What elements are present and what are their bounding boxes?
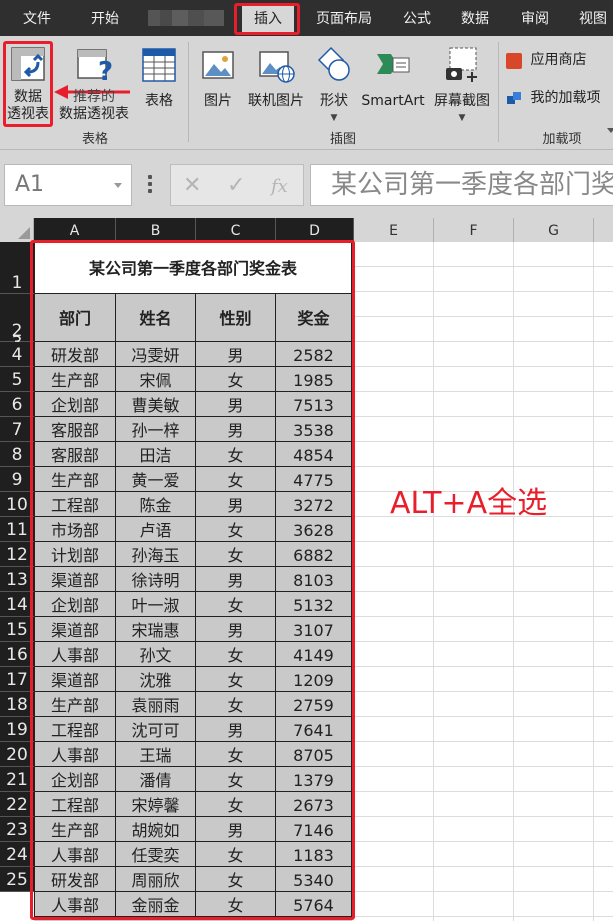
pivot-button-highlight [3, 41, 53, 127]
tab-formulas[interactable]: 公式 [398, 0, 436, 36]
column-header-b[interactable]: B [116, 218, 196, 242]
group-label-illustrations: 插图 [329, 132, 356, 147]
grid-line [513, 242, 514, 921]
my-addins-label: 我的加载项 [530, 90, 601, 106]
menu-bar: 文件 开始 插入 页面布局 公式 数据 审阅 视图 [0, 0, 613, 36]
cancel-icon[interactable]: ✕ [183, 173, 201, 198]
tab-page-layout[interactable]: 页面布局 [310, 0, 378, 36]
smartart-icon [377, 54, 410, 74]
recommended-pivot-button[interactable]: ? 推荐的 数据透视表 [54, 44, 134, 126]
table-highlight [30, 240, 355, 920]
ribbon-collapse-icon[interactable] [607, 128, 613, 133]
picture-icon [202, 51, 234, 79]
formula-bar: A1 ✕ ✓ fx 某公司第一季度各部门奖金表 [0, 150, 613, 218]
enter-icon[interactable]: ✓ [227, 173, 245, 198]
row-header[interactable]: 17 [0, 667, 34, 692]
screenshot-label: 屏幕截图 [434, 93, 490, 109]
row-header[interactable]: 8 [0, 442, 34, 467]
row-header[interactable]: 4 [0, 342, 34, 367]
shapes-button[interactable]: 形状 ▼ [312, 44, 356, 126]
column-headers: A B C D E F G [0, 218, 613, 242]
name-box[interactable]: A1 [4, 164, 132, 206]
screenshot-dropdown-icon: ▼ [458, 113, 466, 123]
group-separator [188, 42, 189, 142]
tab-data[interactable]: 数据 [456, 0, 494, 36]
column-header-f[interactable]: F [434, 218, 514, 242]
row-header[interactable]: 6 [0, 392, 34, 417]
row-header[interactable]: 14 [0, 592, 34, 617]
annotation-text: ALT+A全选 [390, 486, 548, 521]
select-all-corner[interactable] [0, 218, 34, 242]
grid-line [433, 242, 434, 921]
svg-text:?: ? [98, 57, 113, 84]
table-label: 表格 [145, 93, 173, 109]
shapes-label: 形状 [320, 93, 348, 109]
online-picture-icon [259, 51, 295, 83]
group-separator [498, 42, 499, 142]
shapes-dropdown-icon: ▼ [330, 113, 338, 123]
shapes-icon [317, 46, 350, 81]
table-icon [142, 48, 176, 82]
smartart-button[interactable]: SmartArt [358, 44, 428, 126]
addins-icon [506, 91, 522, 107]
column-header-g[interactable]: G [514, 218, 594, 242]
picture-button[interactable]: 图片 [196, 44, 240, 126]
tab-home[interactable]: 开始 [86, 0, 124, 36]
column-header-d[interactable]: D [276, 218, 354, 242]
formula-input[interactable]: 某公司第一季度各部门奖金表 [310, 164, 613, 206]
row-header[interactable]: 18 [0, 692, 34, 717]
screenshot-icon [446, 47, 477, 82]
row-header[interactable]: 5 [0, 367, 34, 392]
blurred-tab [148, 10, 224, 26]
row-header[interactable]: 15 [0, 617, 34, 642]
row-header[interactable]: 25 [0, 867, 34, 892]
formula-buttons: ✕ ✓ fx [170, 164, 304, 206]
app-store-button[interactable]: 应用商店 [506, 52, 612, 74]
smartart-label: SmartArt [361, 93, 425, 109]
online-picture-button[interactable]: 联机图片 [244, 44, 308, 126]
row-header[interactable]: 20 [0, 742, 34, 767]
picture-label: 图片 [204, 93, 232, 109]
group-label-addins: 加载项 [542, 132, 582, 147]
insert-function-icon[interactable]: fx [271, 176, 288, 197]
tab-view[interactable]: 视图 [574, 0, 612, 36]
row-header[interactable]: 24 [0, 842, 34, 867]
row-header[interactable]: 21 [0, 767, 34, 792]
row-header[interactable]: 11 [0, 517, 34, 542]
row-header[interactable]: 9 [0, 467, 34, 492]
group-label-tables: 表格 [81, 132, 108, 147]
more-options-icon[interactable] [148, 175, 152, 193]
my-addins-button[interactable]: 我的加载项 [506, 90, 612, 112]
row-header[interactable]: 16 [0, 642, 34, 667]
recommended-pivot-icon: ? [77, 49, 113, 87]
row-header[interactable]: 23 [0, 817, 34, 842]
recommended-line-2: 数据透视表 [59, 106, 129, 122]
app-store-label: 应用商店 [530, 52, 587, 68]
grid-line [593, 242, 594, 921]
row-header[interactable]: 1 [0, 242, 34, 294]
insert-tab-highlight [234, 3, 300, 35]
row-header[interactable]: 12 [0, 542, 34, 567]
online-picture-label: 联机图片 [248, 93, 304, 109]
screenshot-button[interactable]: 屏幕截图 ▼ [428, 44, 496, 126]
column-header-e[interactable]: E [354, 218, 434, 242]
row-header[interactable]: 19 [0, 717, 34, 742]
store-icon [506, 52, 522, 69]
tab-review[interactable]: 审阅 [516, 0, 554, 36]
column-header-c[interactable]: C [196, 218, 276, 242]
row-header[interactable]: 10 [0, 492, 34, 517]
tab-file[interactable]: 文件 [18, 0, 56, 36]
column-header-a[interactable]: A [34, 218, 116, 242]
row-header[interactable]: 13 [0, 567, 34, 592]
name-box-dropdown-icon[interactable] [114, 183, 122, 188]
row-header[interactable]: 22 [0, 792, 34, 817]
recommended-line-1: 推荐的 [73, 89, 115, 105]
row-header[interactable]: 7 [0, 417, 34, 442]
table-button[interactable]: 表格 [136, 44, 182, 126]
